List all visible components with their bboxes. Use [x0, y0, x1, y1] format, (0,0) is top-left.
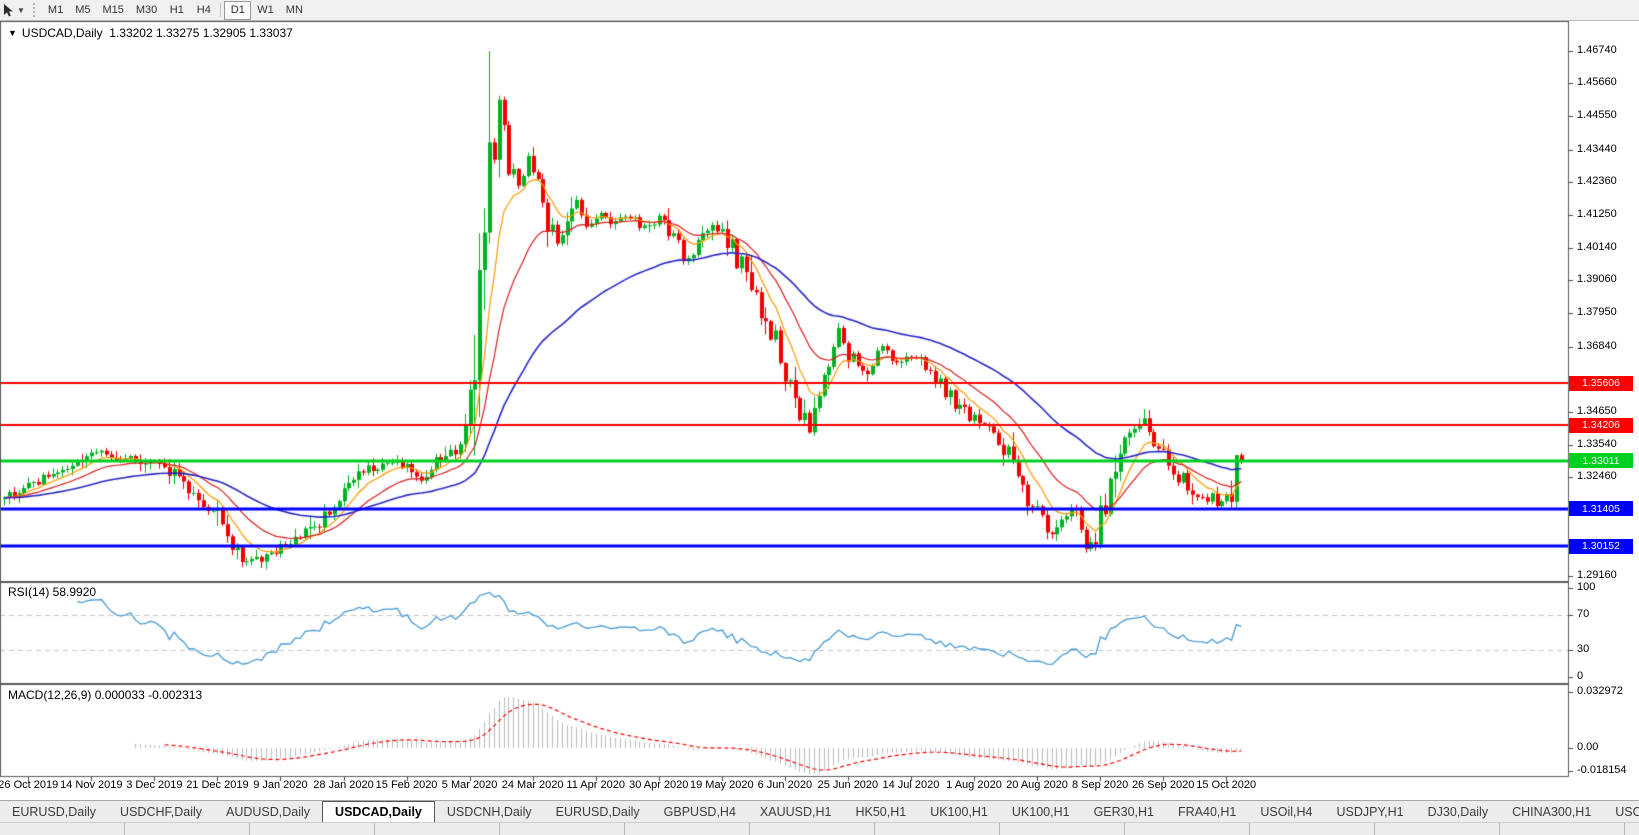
timeframe-toolbar: ▼ M1M5M15M30H1H4 D1W1MN [0, 0, 1639, 21]
timeframe-button-h1[interactable]: H1 [163, 1, 190, 20]
timeframe-button-w1[interactable]: W1 [251, 1, 280, 20]
chart-canvas[interactable] [0, 21, 1639, 800]
price-axis-tick: 1.40140 [1577, 241, 1617, 253]
tab-usoil-h4[interactable]: USOil,H4 [1248, 801, 1324, 822]
toolbar-grip [33, 3, 38, 17]
mt4-window: ▼ M1M5M15M30H1H4 D1W1MN ▼ USDCAD,Daily 1.3… [0, 0, 1639, 835]
chart-title: ▼ USDCAD,Daily 1.33202 1.33275 1.32905 1.… [8, 26, 293, 40]
tab-xauusd-h1[interactable]: XAUUSD,H1 [748, 801, 844, 822]
price-axis-tick: 1.46740 [1577, 44, 1617, 56]
rsi-axis-tick: 100 [1577, 581, 1595, 593]
tab-usoil-h1[interactable]: USOil,H1 [1603, 801, 1639, 822]
timeframe-button-h4[interactable]: H4 [190, 1, 217, 20]
price-axis-tick: 1.44550 [1577, 109, 1617, 121]
cursor-icon [3, 4, 14, 17]
rsi-label: RSI(14) 58.9920 [8, 585, 96, 599]
price-axis-tick: 1.32460 [1577, 470, 1617, 482]
tab-dj30-daily[interactable]: DJ30,Daily [1416, 801, 1500, 822]
toolbar-separator [220, 3, 221, 17]
timeframe-button-mn[interactable]: MN [280, 1, 309, 20]
ohlc-values: 1.33202 1.33275 1.32905 1.33037 [109, 26, 293, 40]
tab-hk50-h1[interactable]: HK50,H1 [843, 801, 918, 822]
price-axis-tick: 1.42360 [1577, 175, 1617, 187]
chart-tab-bar: EURUSD,DailyUSDCHF,DailyAUDUSD,DailyUSDC… [0, 800, 1639, 822]
tab-gbpusd-h4[interactable]: GBPUSD,H4 [652, 801, 748, 822]
timeframe-button-d1[interactable]: D1 [224, 1, 251, 20]
timeframe-buttons: M1M5M15M30H1H4 D1W1MN [42, 1, 309, 20]
timeframe-button-m15[interactable]: M15 [96, 1, 129, 20]
price-axis-tick: 1.29160 [1577, 569, 1617, 581]
price-axis-tick: 1.41250 [1577, 208, 1617, 220]
tab-uk100-h1[interactable]: UK100,H1 [1000, 801, 1082, 822]
timeframe-button-m30[interactable]: M30 [130, 1, 163, 20]
rsi-axis-tick: 0 [1577, 670, 1583, 682]
tab-usdcad-daily[interactable]: USDCAD,Daily [322, 801, 435, 823]
date-axis-label: 15 Oct 2020 [1180, 779, 1272, 791]
price-axis-tick: 1.34650 [1577, 405, 1617, 417]
price-axis-tick: 1.45660 [1577, 76, 1617, 88]
tab-eurusd-daily[interactable]: EURUSD,Daily [544, 801, 652, 822]
price-axis-tick: 1.37950 [1577, 306, 1617, 318]
tab-usdchf-daily[interactable]: USDCHF,Daily [108, 801, 214, 822]
macd-label: MACD(12,26,9) 0.000033 -0.002313 [8, 688, 202, 702]
cursor-tool-button[interactable]: ▼ [0, 0, 29, 20]
tab-uk100-h1[interactable]: UK100,H1 [918, 801, 1000, 822]
tab-eurusd-daily[interactable]: EURUSD,Daily [0, 801, 108, 822]
price-axis-tick: 1.43440 [1577, 143, 1617, 155]
hline-price-badge[interactable]: 1.31405 [1569, 501, 1633, 516]
macd-axis-tick: 0.032972 [1577, 685, 1623, 697]
hline-price-badge[interactable]: 1.33011 [1569, 453, 1633, 468]
tab-ger30-h1[interactable]: GER30,H1 [1082, 801, 1166, 822]
rsi-axis-tick: 70 [1577, 608, 1589, 620]
timeframe-button-m5[interactable]: M5 [69, 1, 96, 20]
hline-price-badge[interactable]: 1.30152 [1569, 539, 1633, 554]
price-axis-tick: 1.33540 [1577, 438, 1617, 450]
symbol-timeframe-label: USDCAD,Daily [22, 26, 103, 40]
tab-fra40-h1[interactable]: FRA40,H1 [1166, 801, 1248, 822]
symbol-dropdown-icon[interactable]: ▼ [8, 28, 17, 38]
rsi-axis-tick: 30 [1577, 643, 1589, 655]
hline-price-badge[interactable]: 1.35606 [1569, 376, 1633, 391]
price-axis-tick: 1.39060 [1577, 273, 1617, 285]
timeframe-button-m1[interactable]: M1 [42, 1, 69, 20]
chevron-down-icon: ▼ [17, 6, 25, 15]
tab-audusd-daily[interactable]: AUDUSD,Daily [214, 801, 322, 822]
tab-usdcnh-daily[interactable]: USDCNH,Daily [435, 801, 544, 822]
bottom-scroll-strip[interactable] [0, 822, 1639, 835]
macd-axis-tick: 0.00 [1577, 741, 1598, 753]
price-axis-tick: 1.36840 [1577, 340, 1617, 352]
tab-usdjpy-h1[interactable]: USDJPY,H1 [1324, 801, 1415, 822]
hline-price-badge[interactable]: 1.34206 [1569, 418, 1633, 433]
tab-china300-h1[interactable]: CHINA300,H1 [1500, 801, 1603, 822]
macd-axis-tick: -0.018154 [1577, 764, 1627, 776]
